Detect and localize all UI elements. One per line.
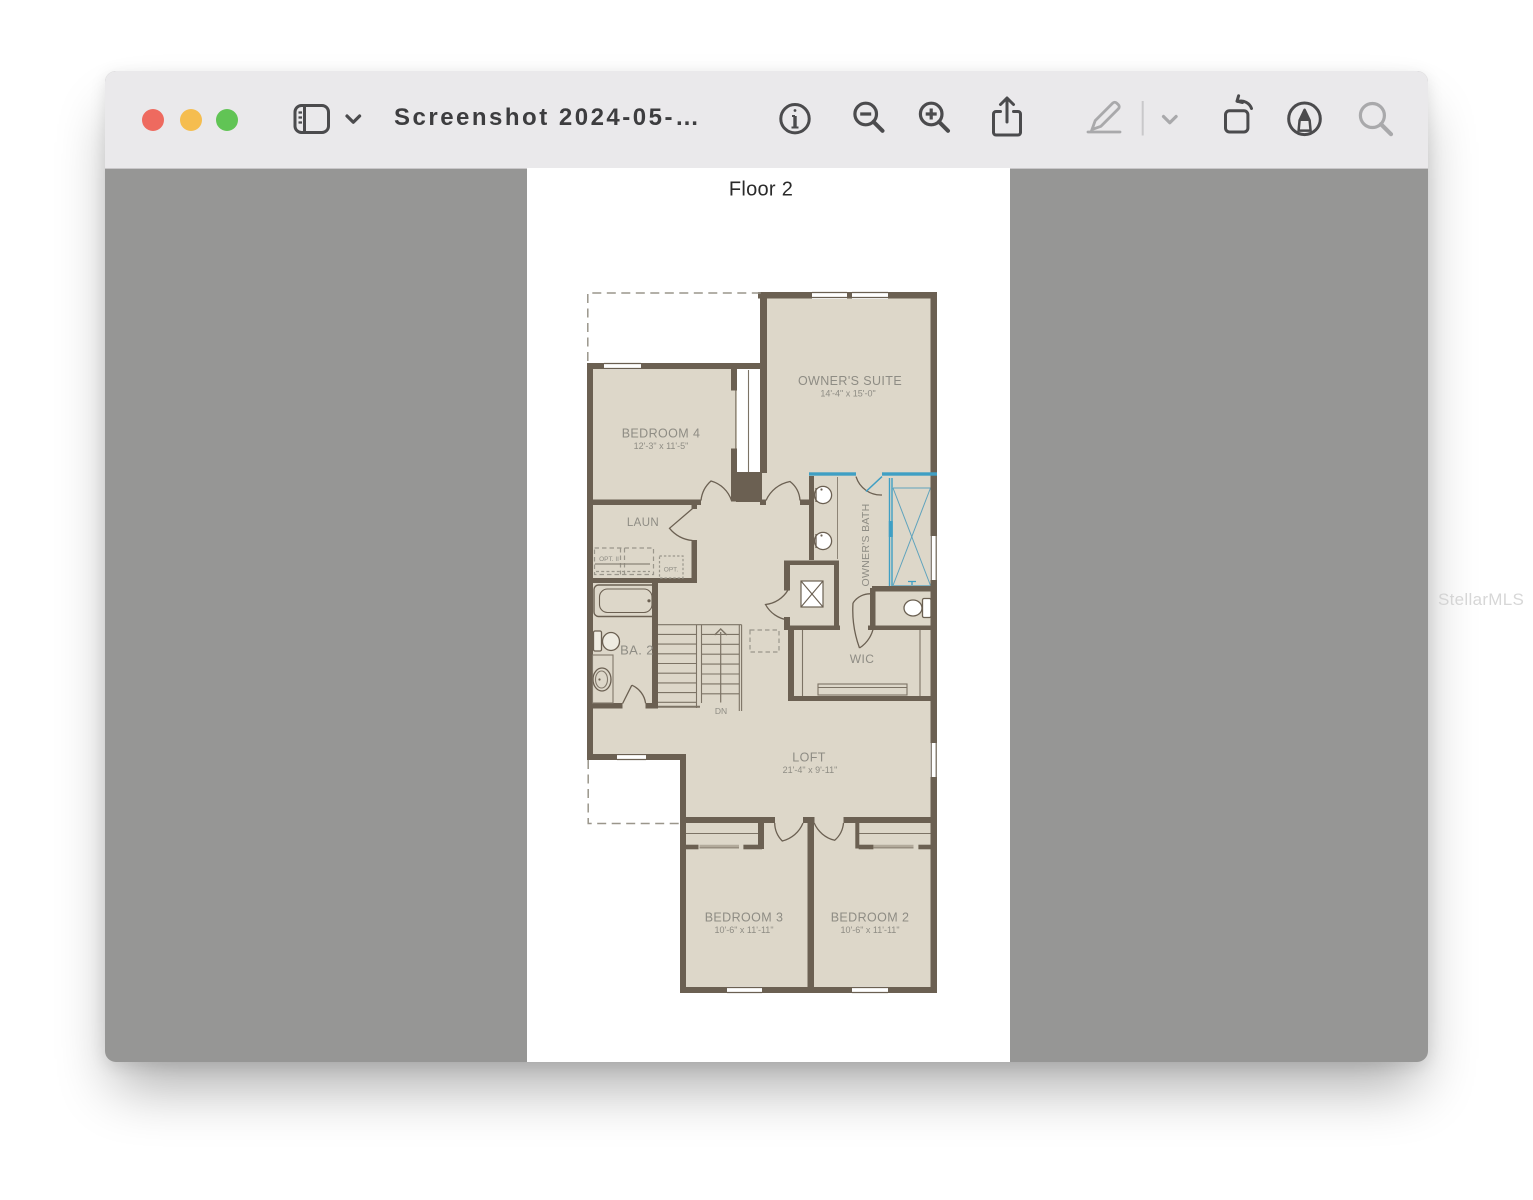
svg-text:OWNER'S BATH: OWNER'S BATH — [860, 504, 872, 587]
svg-text:BEDROOM 3: BEDROOM 3 — [705, 911, 784, 925]
svg-text:10'-6" x 11'-11": 10'-6" x 11'-11" — [714, 925, 773, 935]
svg-text:14'-4" x 15'-0": 14'-4" x 15'-0" — [820, 389, 875, 399]
svg-text:21'-4" x 9'-11": 21'-4" x 9'-11" — [783, 765, 838, 775]
svg-text:BEDROOM 2: BEDROOM 2 — [831, 911, 910, 925]
svg-text:LOFT: LOFT — [792, 751, 826, 765]
svg-text:OPT. II: OPT. II — [599, 556, 619, 563]
svg-text:Floor 2: Floor 2 — [729, 179, 793, 201]
svg-text:BEDROOM 4: BEDROOM 4 — [622, 427, 701, 441]
svg-text:LAUN: LAUN — [627, 517, 659, 529]
svg-text:BA. 2: BA. 2 — [620, 643, 654, 658]
svg-text:OPT.: OPT. — [664, 567, 679, 574]
svg-text:WIC: WIC — [850, 652, 875, 666]
svg-text:DN: DN — [715, 706, 727, 716]
svg-text:OWNER'S SUITE: OWNER'S SUITE — [798, 374, 902, 388]
svg-text:10'-6" x 11'-11": 10'-6" x 11'-11" — [840, 925, 899, 935]
svg-text:12'-3" x 11'-5": 12'-3" x 11'-5" — [634, 441, 689, 451]
